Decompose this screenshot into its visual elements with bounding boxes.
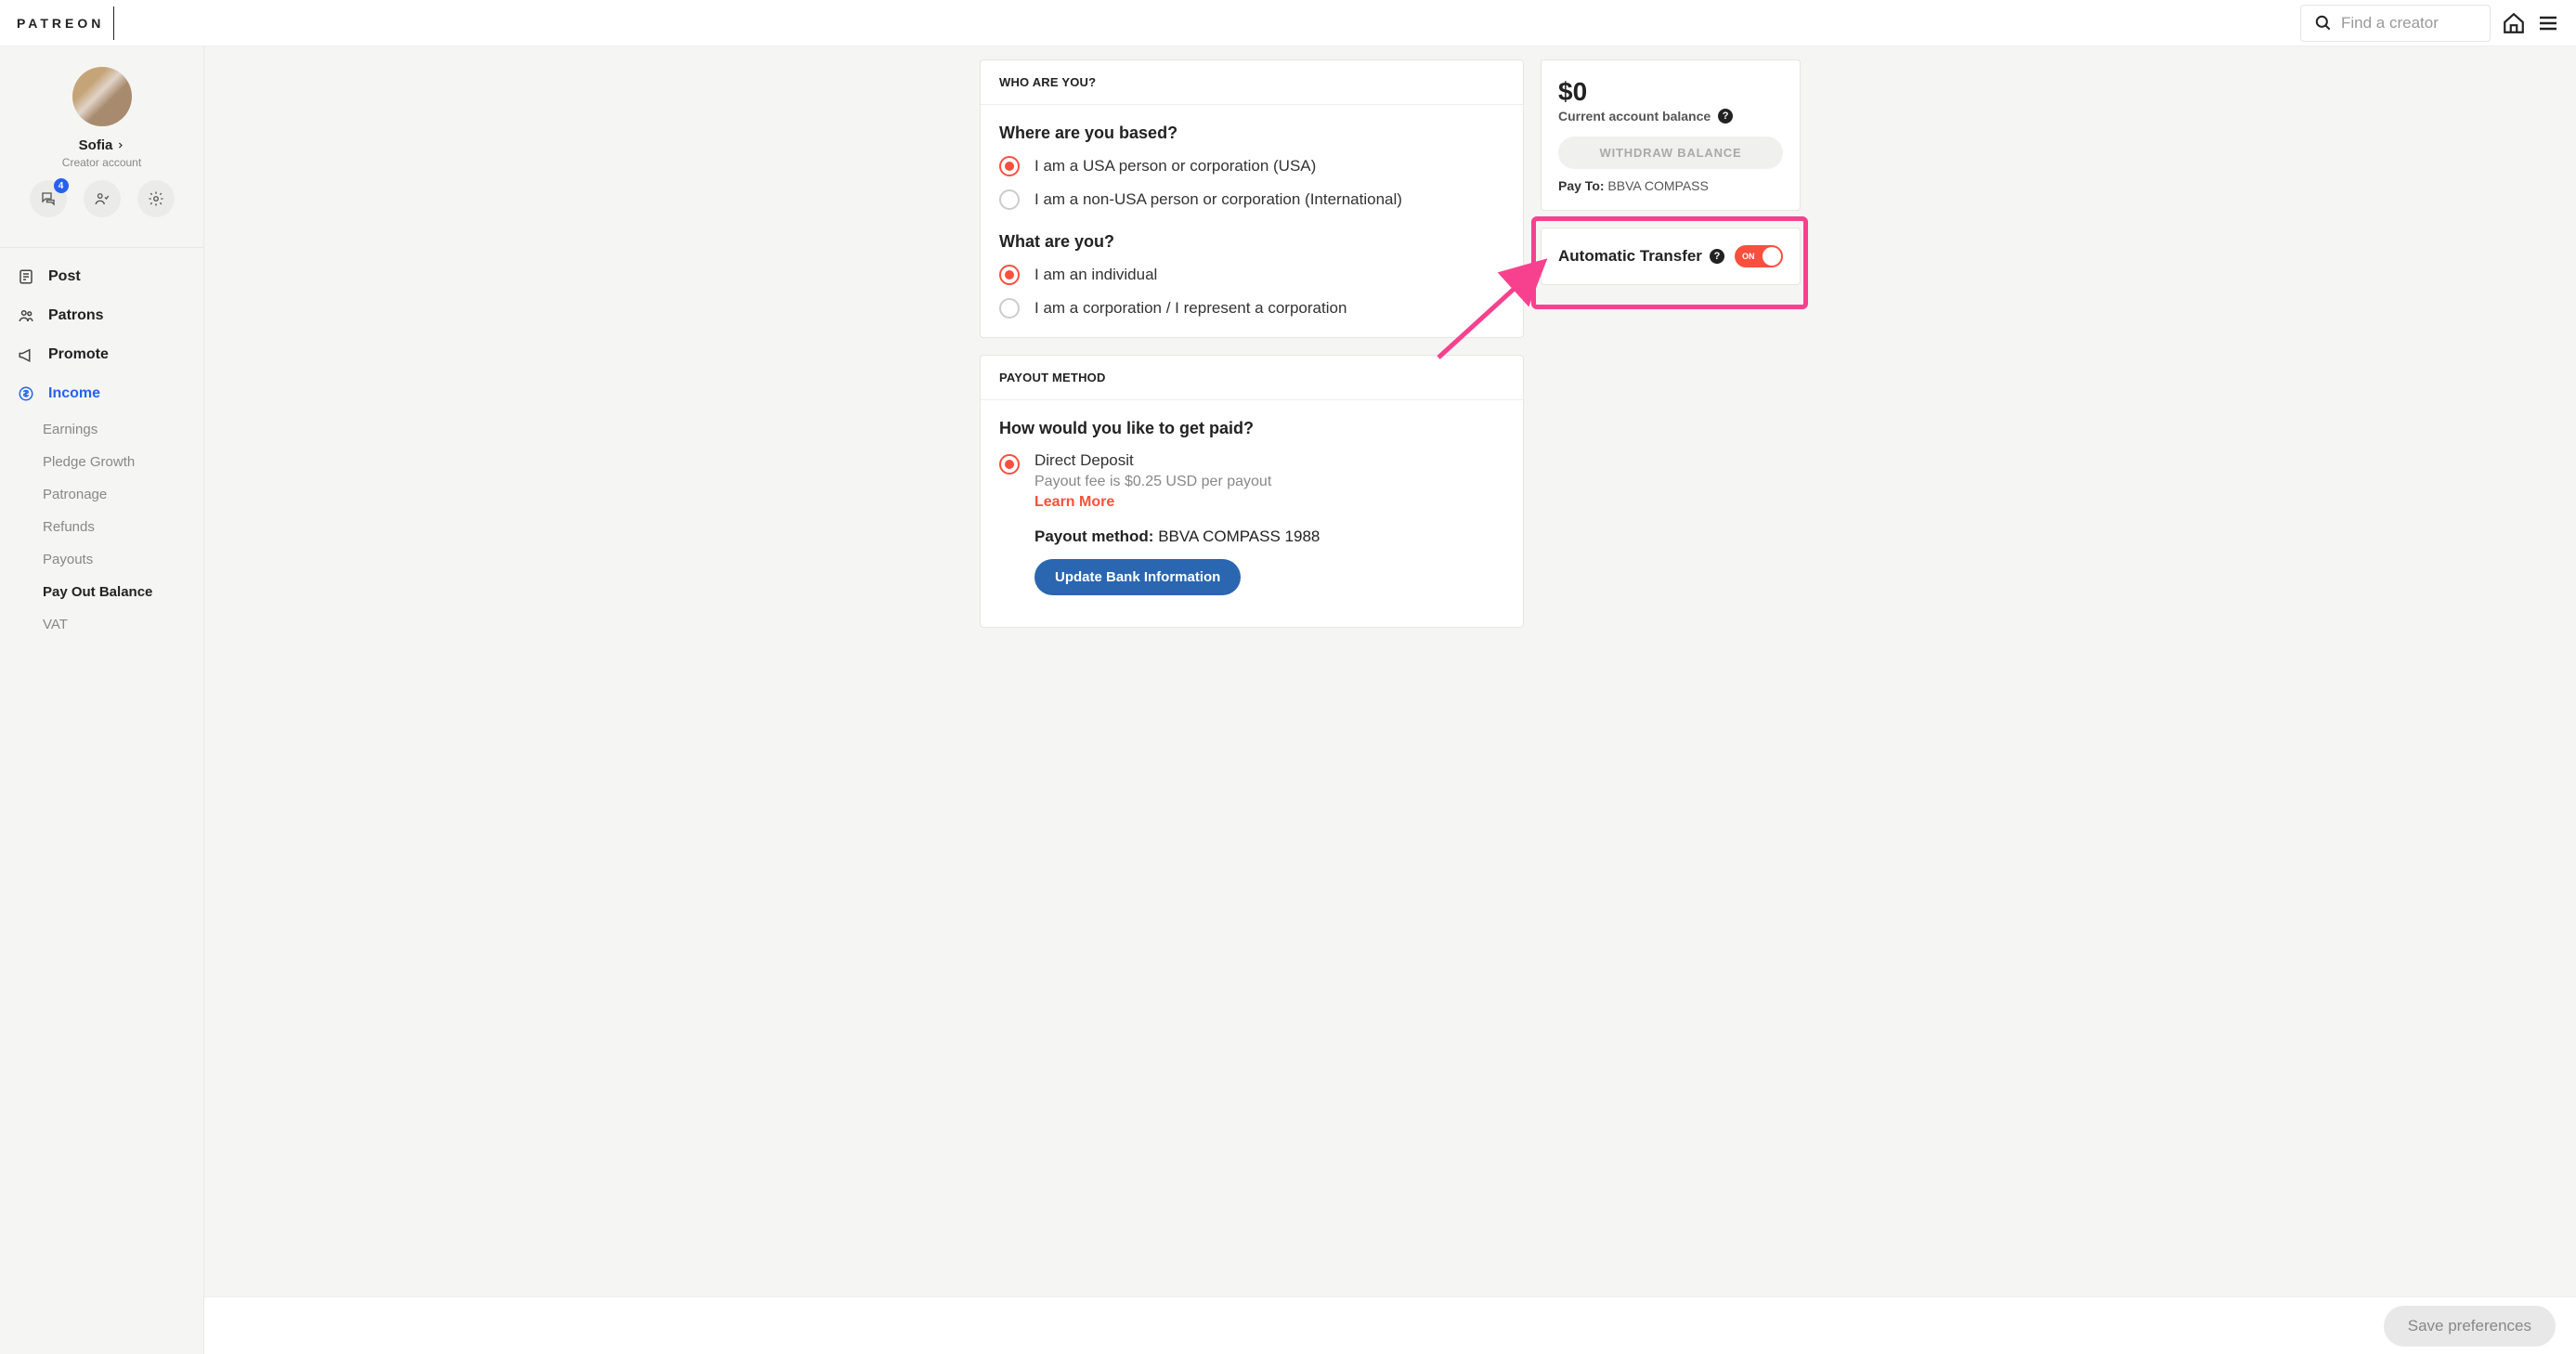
payout-fee-text: Payout fee is $0.25 USD per payout [1034,474,1320,490]
learn-more-link[interactable]: Learn More [1034,494,1114,511]
subnav-pay-out-balance[interactable]: Pay Out Balance [43,576,203,608]
radio-usa[interactable] [999,156,1020,176]
payout-method-value: BBVA COMPASS 1988 [1158,527,1320,545]
payout-heading: PAYOUT METHOD [981,356,1523,400]
nav-promote[interactable]: Promote [0,335,203,374]
radio-individual-label: I am an individual [1034,266,1157,284]
radio-corporation[interactable] [999,298,1020,319]
settings-icon-button[interactable] [137,180,175,217]
balance-label: Current account balance [1558,109,1711,124]
who-heading: WHO ARE YOU? [981,60,1523,105]
where-based-question: Where are you based? [999,124,1504,143]
messages-badge: 4 [54,178,69,193]
auto-transfer-card: Automatic Transfer ? ON [1541,228,1801,285]
search-input[interactable] [2341,14,2477,33]
who-are-you-card: WHO ARE YOU? Where are you based? I am a… [980,59,1524,338]
brand-text: PATREON [17,16,104,31]
withdraw-button[interactable]: WITHDRAW BALANCE [1558,137,1783,169]
auto-transfer-label: Automatic Transfer [1558,247,1702,266]
patrons-icon [17,307,35,324]
update-bank-button[interactable]: Update Bank Information [1034,559,1241,595]
radio-international-label: I am a non-USA person or corporation (In… [1034,190,1402,209]
radio-usa-label: I am a USA person or corporation (USA) [1034,157,1316,176]
direct-deposit-label: Direct Deposit [1034,451,1320,470]
nav-income[interactable]: Income [0,374,203,413]
toggle-knob [1763,247,1781,266]
nav-patrons[interactable]: Patrons [0,296,203,335]
search-icon [2314,14,2332,32]
post-icon [17,268,35,285]
payto-label: Pay To: [1558,178,1605,193]
payto-value: BBVA COMPASS [1607,178,1708,193]
subnav-payouts[interactable]: Payouts [43,543,203,576]
how-get-paid-question: How would you like to get paid? [999,419,1504,438]
payout-method-label: Payout method: [1034,527,1153,545]
subnav-vat[interactable]: VAT [43,608,203,641]
what-are-you-question: What are you? [999,232,1504,252]
income-icon [17,385,35,402]
profile-subtitle: Creator account [62,156,141,169]
auto-transfer-toggle[interactable]: ON [1735,245,1783,267]
radio-international[interactable] [999,189,1020,210]
menu-icon[interactable] [2537,12,2559,34]
radio-direct-deposit[interactable] [999,454,1020,475]
save-preferences-button[interactable]: Save preferences [2384,1306,2556,1347]
toggle-state-text: ON [1742,252,1755,261]
help-icon[interactable]: ? [1710,249,1724,264]
subnav-patronage[interactable]: Patronage [43,478,203,511]
logo-divider [113,7,114,40]
radio-corporation-label: I am a corporation / I represent a corpo… [1034,299,1347,318]
home-icon[interactable] [2502,11,2526,35]
balance-card: $0 Current account balance ? WITHDRAW BA… [1541,59,1801,211]
nav-post[interactable]: Post [0,257,203,296]
profile-name-text: Sofia [79,137,113,153]
chevron-right-icon [116,141,124,150]
radio-individual[interactable] [999,265,1020,285]
subnav-refunds[interactable]: Refunds [43,511,203,543]
subnav-earnings[interactable]: Earnings [43,413,203,446]
help-icon[interactable]: ? [1718,109,1733,124]
balance-amount: $0 [1558,77,1783,107]
logo[interactable]: PATREON [0,3,131,44]
promote-icon [17,346,35,363]
search-input-wrap[interactable] [2300,5,2491,42]
subnav-pledge-growth[interactable]: Pledge Growth [43,446,203,478]
patrons-icon-button[interactable] [84,180,121,217]
avatar[interactable] [72,67,132,126]
messages-icon-button[interactable]: 4 [30,180,67,217]
payout-method-card: PAYOUT METHOD How would you like to get … [980,355,1524,628]
profile-name[interactable]: Sofia [79,137,125,153]
